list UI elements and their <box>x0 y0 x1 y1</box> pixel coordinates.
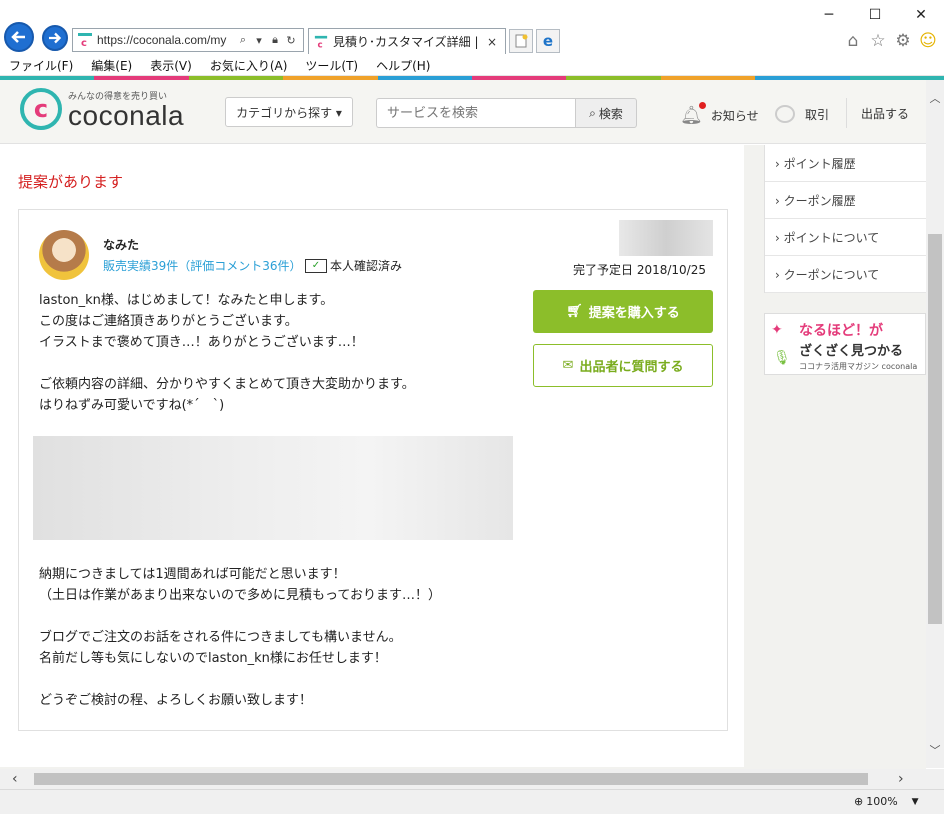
favorites-star-icon[interactable]: ☆ <box>868 31 888 51</box>
ie-icon[interactable]: e <box>536 29 560 53</box>
zoom-icon: ⊕ <box>854 795 864 808</box>
ask-seller-label: 出品者に質問する <box>579 360 684 375</box>
transactions-link[interactable]: 取引 <box>775 105 829 123</box>
sell-link[interactable]: 出品する <box>861 105 909 122</box>
search-icon: ⌕ <box>589 105 596 120</box>
ask-seller-button[interactable]: ✉ 出品者に質問する <box>533 344 713 387</box>
magic-wand-icon: ✦ <box>771 322 783 338</box>
main-content: 提案があります なみた 販売実績39件（評価コメント36件） ✓ 本人確認済み … <box>0 145 744 767</box>
lock-icon[interactable]: 🔒︎ <box>267 32 283 48</box>
unread-dot <box>698 102 706 109</box>
menu-file[interactable]: ファイル(F) <box>0 57 82 74</box>
seller-name[interactable]: なみた <box>103 236 139 253</box>
mail-icon: ✉ <box>562 358 574 373</box>
horizontal-scrollbar[interactable]: ‹ › <box>0 769 926 789</box>
back-button[interactable] <box>4 22 34 52</box>
scroll-down-icon[interactable]: ﹀ <box>926 742 944 758</box>
new-tab-button[interactable] <box>509 29 533 53</box>
dropdown-icon[interactable]: ▾ <box>251 32 267 48</box>
magazine-banner[interactable]: ✦ 🎙︎ なるほど！が ざくざく見つかる ココナラ活用マガジン coconala <box>764 313 926 375</box>
site-header: c みんなの得意を売り買い coconala カテゴリから探す ▾ ⌕ 検索 🔔… <box>0 80 926 144</box>
price-redacted <box>619 220 713 256</box>
menu-help[interactable]: ヘルプ(H) <box>367 57 439 74</box>
notifications-label: お知らせ <box>710 109 759 123</box>
bell-icon: 🔔︎ <box>680 102 706 126</box>
arrow-left-icon <box>11 31 25 43</box>
sidebar-menu: › ポイント履歴 › クーポン履歴 › ポイントについて › クーポンについて <box>764 145 926 293</box>
message-text-2: 納期につきましては1週間あれば可能だと思います！ （土日は作業があまり出来ないの… <box>39 567 441 708</box>
buy-proposal-label: 提案を購入する <box>588 306 680 321</box>
refresh-icon[interactable]: ↻ <box>283 32 299 48</box>
banner-line-2: ざくざく見つかる <box>799 344 904 359</box>
search-button[interactable]: ⌕ 検索 <box>575 98 637 128</box>
address-url[interactable]: https://coconala.com/my <box>97 33 235 47</box>
buy-proposal-button[interactable]: 🛒︎ 提案を購入する <box>533 290 713 333</box>
microphone-icon: 🎙︎ <box>773 350 791 366</box>
coconala-logo[interactable]: c みんなの得意を売り買い coconala <box>20 88 184 130</box>
sidebar-item-about-coupons[interactable]: › クーポンについて <box>765 256 926 293</box>
logo-wordmark: coconala <box>68 99 185 131</box>
banner-line-3: ココナラ活用マガジン coconala <box>799 362 918 371</box>
maximize-button[interactable]: ☐ <box>852 4 898 26</box>
horizontal-scroll-thumb[interactable] <box>34 773 868 785</box>
svg-text:c: c <box>318 40 323 49</box>
search-button-label: 検索 <box>598 106 623 121</box>
new-tab-icon <box>515 34 528 48</box>
close-button[interactable]: ✕ <box>898 4 944 26</box>
scrollbar-corner <box>926 769 944 789</box>
seller-stats-link[interactable]: 販売実績39件（評価コメント36件） <box>103 257 302 274</box>
cart-icon: 🛒︎ <box>566 304 583 319</box>
page-title: 提案があります <box>18 173 124 191</box>
transactions-label: 取引 <box>805 107 830 122</box>
menu-tools[interactable]: ツール(T) <box>296 57 367 74</box>
menu-edit[interactable]: 編集(E) <box>82 57 141 74</box>
gear-icon[interactable]: ⚙ <box>893 31 913 51</box>
chat-bubble-icon <box>775 105 795 123</box>
menu-bar: ファイル(F) 編集(E) 表示(V) お気に入り(A) ツール(T) ヘルプ(… <box>0 56 944 76</box>
sidebar-item-about-points[interactable]: › ポイントについて <box>765 219 926 256</box>
proposal-card: なみた 販売実績39件（評価コメント36件） ✓ 本人確認済み 完了予定日 20… <box>18 209 728 731</box>
logo-mark-icon: c <box>20 88 62 130</box>
svg-text:c: c <box>81 38 87 48</box>
avatar[interactable] <box>39 230 89 280</box>
due-date: 完了予定日 2018/10/25 <box>573 263 706 277</box>
menu-view[interactable]: 表示(V) <box>141 57 201 74</box>
site-favicon-icon: c <box>78 33 92 48</box>
feedback-smiley-icon[interactable]: ☺ <box>918 31 938 51</box>
sidebar-item-coupon-history[interactable]: › クーポン履歴 <box>765 182 926 219</box>
arrow-right-icon <box>49 32 62 44</box>
scroll-left-icon[interactable]: ‹ <box>12 771 18 787</box>
message-text-1: laston_kn様、はじめまして！なみたと申します。 この度はご連絡頂きありが… <box>39 293 415 413</box>
tab-close-icon[interactable]: × <box>487 35 497 49</box>
scroll-right-icon[interactable]: › <box>898 771 904 787</box>
zoom-level: 100% <box>866 795 898 808</box>
search-input[interactable] <box>376 98 576 128</box>
header-divider <box>846 98 847 128</box>
status-bar: ⊕ 100% ▼ <box>0 789 944 814</box>
scroll-up-icon[interactable]: ︿ <box>926 90 944 106</box>
browser-toolbar: c https://coconala.com/my ⌕ ▾ 🔒︎ ↻ c 見積り… <box>0 0 944 56</box>
search-icon[interactable]: ⌕ <box>235 32 251 48</box>
right-sidebar: › ポイント履歴 › クーポン履歴 › ポイントについて › クーポンについて … <box>764 145 926 375</box>
forward-button[interactable] <box>42 25 68 51</box>
zoom-control[interactable]: ⊕ 100% ▼ <box>854 795 919 808</box>
verified-badge: ✓ 本人確認済み <box>305 257 402 274</box>
zoom-dropdown-icon[interactable]: ▼ <box>912 797 919 807</box>
sidebar-item-point-history[interactable]: › ポイント履歴 <box>765 145 926 182</box>
vertical-scrollbar[interactable]: ︿ ﹀ <box>926 80 944 768</box>
address-bar[interactable]: c https://coconala.com/my ⌕ ▾ 🔒︎ ↻ <box>72 28 304 52</box>
id-check-icon: ✓ <box>305 258 327 273</box>
tab-favicon-icon: c <box>314 35 328 49</box>
notifications-link[interactable]: 🔔︎ お知らせ <box>680 102 759 126</box>
home-icon[interactable]: ⌂ <box>843 31 863 51</box>
tab-title: 見積り･カスタマイズ詳細 | ココ... <box>333 35 483 49</box>
image-redacted <box>33 436 513 540</box>
category-browse-button[interactable]: カテゴリから探す ▾ <box>225 97 353 127</box>
browser-tab[interactable]: c 見積り･カスタマイズ詳細 | ココ... × <box>308 28 506 54</box>
minimize-button[interactable]: ─ <box>806 4 852 26</box>
verified-label: 本人確認済み <box>330 259 403 273</box>
menu-favorites[interactable]: お気に入り(A) <box>201 57 297 74</box>
vertical-scroll-thumb[interactable] <box>928 234 942 624</box>
banner-line-1: なるほど！が <box>799 323 883 339</box>
